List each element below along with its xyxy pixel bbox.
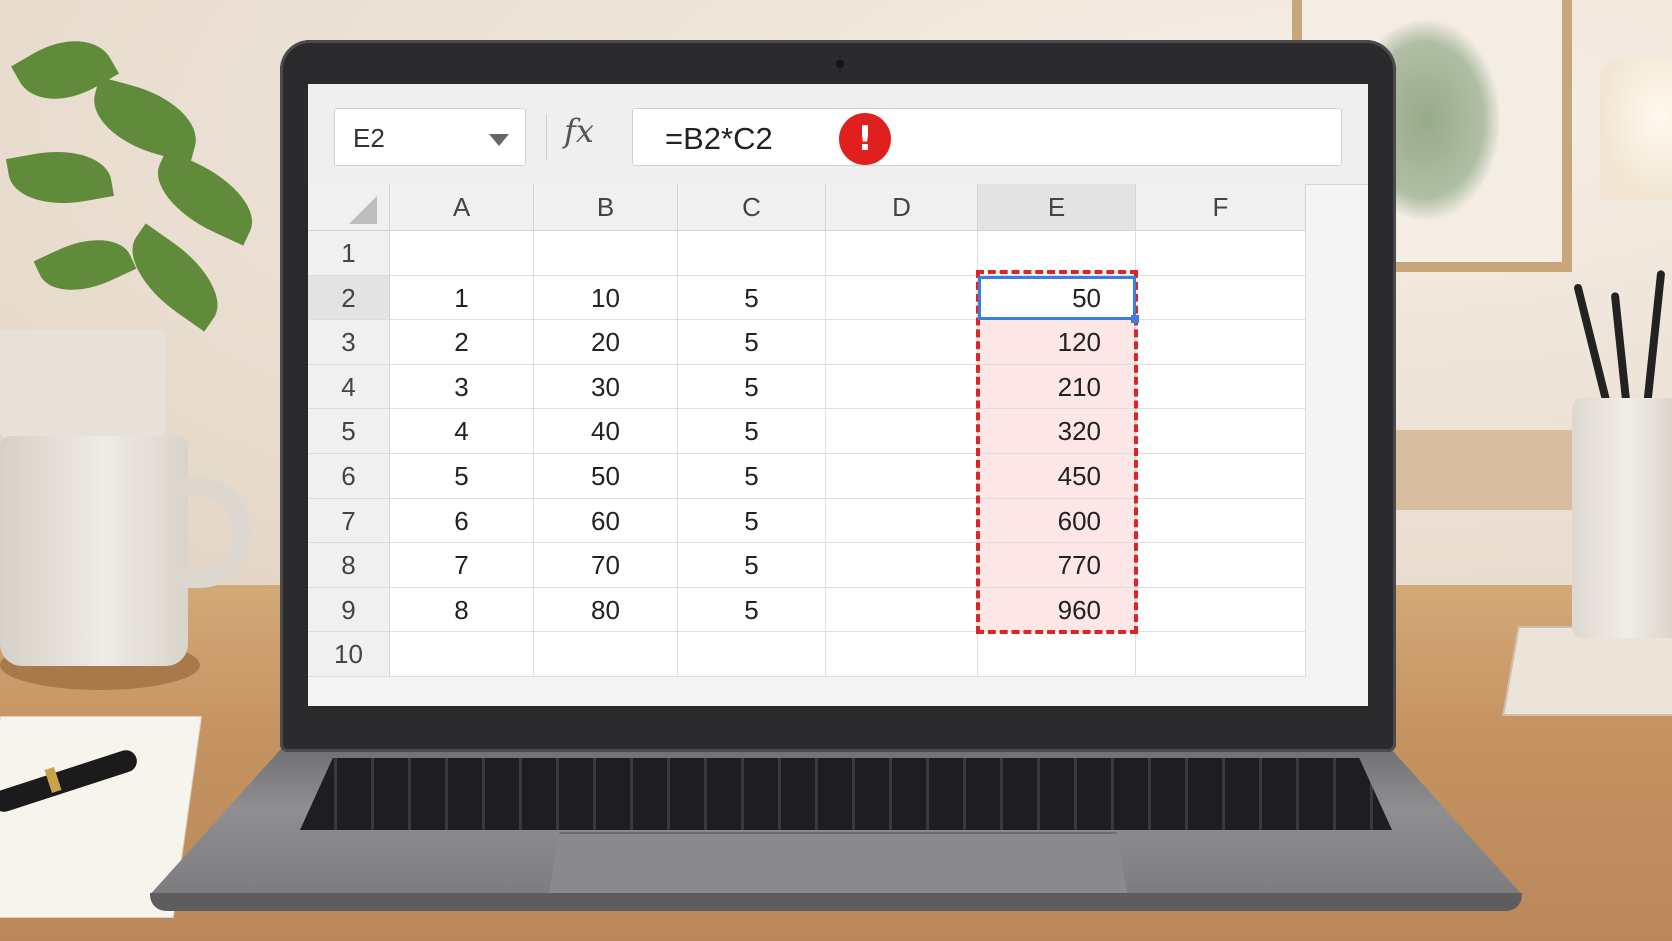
row-header-9[interactable]: 9: [308, 587, 390, 633]
column-header-d[interactable]: D: [826, 184, 978, 231]
plant-pot: [0, 330, 165, 440]
cell-d7[interactable]: [826, 498, 978, 544]
cell-a8[interactable]: 7: [390, 543, 534, 588]
cell-c9[interactable]: 5: [678, 587, 826, 633]
row-header-3[interactable]: 3: [308, 320, 390, 365]
cell-c6[interactable]: 5: [678, 454, 826, 499]
formula-input[interactable]: =B2*C2 !: [632, 108, 1342, 166]
cell-f6[interactable]: [1136, 454, 1306, 499]
row-header-10[interactable]: 10: [308, 632, 390, 677]
cell-d2[interactable]: [826, 275, 978, 321]
cell-e10[interactable]: [978, 632, 1136, 677]
select-all-corner[interactable]: [308, 184, 390, 231]
cell-f7[interactable]: [1136, 498, 1306, 544]
cell-f5[interactable]: [1136, 409, 1306, 454]
cell-a7[interactable]: 6: [390, 498, 534, 544]
row-header-4[interactable]: 4: [308, 364, 390, 410]
column-header-b[interactable]: B: [534, 184, 678, 231]
cell-d9[interactable]: [826, 587, 978, 633]
row-header-1[interactable]: 1: [308, 231, 390, 276]
cell-e6[interactable]: 450: [978, 454, 1136, 499]
cell-f1[interactable]: [1136, 231, 1306, 276]
cell-e4[interactable]: 210: [978, 364, 1136, 410]
cell-e7[interactable]: 600: [978, 498, 1136, 544]
cell-c10[interactable]: [678, 632, 826, 677]
cell-a5[interactable]: 4: [390, 409, 534, 454]
cell-f9[interactable]: [1136, 587, 1306, 633]
select-all-triangle-icon: [349, 196, 377, 224]
row-header-6[interactable]: 6: [308, 454, 390, 499]
cell-d4[interactable]: [826, 364, 978, 410]
webcam-dot: [836, 60, 844, 68]
formula-bar: E2 fx =B2*C2 !: [308, 84, 1368, 185]
cell-b8[interactable]: 70: [534, 543, 678, 588]
cell-c1[interactable]: [678, 231, 826, 276]
cell-c7[interactable]: 5: [678, 498, 826, 544]
spreadsheet-screen: E2 fx =B2*C2 ! A B C D E F 1 2 1 10 5 50 3 2 20 5 120 4 3 3…: [308, 84, 1368, 706]
cell-c4[interactable]: 5: [678, 364, 826, 410]
pen-cup: [1572, 398, 1672, 638]
formula-bar-divider: [546, 114, 547, 160]
laptop-trackpad: [548, 832, 1128, 898]
cell-f4[interactable]: [1136, 364, 1306, 410]
cell-d3[interactable]: [826, 320, 978, 365]
cell-a6[interactable]: 5: [390, 454, 534, 499]
cell-f10[interactable]: [1136, 632, 1306, 677]
cell-a9[interactable]: 8: [390, 587, 534, 633]
column-header-a[interactable]: A: [390, 184, 534, 231]
row-header-2[interactable]: 2: [308, 275, 390, 321]
cell-c8[interactable]: 5: [678, 543, 826, 588]
laptop-base-edge: [150, 893, 1522, 911]
row-header-7[interactable]: 7: [308, 498, 390, 544]
error-alert-icon[interactable]: !: [839, 113, 891, 165]
function-icon[interactable]: fx: [564, 112, 594, 150]
cell-e5[interactable]: 320: [978, 409, 1136, 454]
cell-c5[interactable]: 5: [678, 409, 826, 454]
cell-b6[interactable]: 50: [534, 454, 678, 499]
desk-lamp: [1600, 60, 1672, 200]
cell-f2[interactable]: [1136, 275, 1306, 321]
column-header-e[interactable]: E: [978, 184, 1136, 231]
cell-d6[interactable]: [826, 454, 978, 499]
cell-f8[interactable]: [1136, 543, 1306, 588]
name-box[interactable]: E2: [334, 108, 526, 166]
cell-d5[interactable]: [826, 409, 978, 454]
cell-b2[interactable]: 10: [534, 275, 678, 321]
cell-d10[interactable]: [826, 632, 978, 677]
row-header-5[interactable]: 5: [308, 409, 390, 454]
cell-b5[interactable]: 40: [534, 409, 678, 454]
cell-b4[interactable]: 30: [534, 364, 678, 410]
cell-a1[interactable]: [390, 231, 534, 276]
name-box-value: E2: [353, 123, 385, 153]
laptop-keyboard: [300, 758, 1392, 830]
formula-text: =B2*C2: [665, 121, 773, 156]
coffee-mug: [0, 436, 188, 666]
cell-e3[interactable]: 120: [978, 320, 1136, 365]
cell-b10[interactable]: [534, 632, 678, 677]
cell-c3[interactable]: 5: [678, 320, 826, 365]
cell-b9[interactable]: 80: [534, 587, 678, 633]
cell-a4[interactable]: 3: [390, 364, 534, 410]
cell-b7[interactable]: 60: [534, 498, 678, 544]
row-header-8[interactable]: 8: [308, 543, 390, 588]
cell-e9[interactable]: 960: [978, 587, 1136, 633]
cell-d8[interactable]: [826, 543, 978, 588]
cell-e2[interactable]: 50: [978, 275, 1136, 321]
column-header-f[interactable]: F: [1136, 184, 1306, 231]
cell-a3[interactable]: 2: [390, 320, 534, 365]
cell-b1[interactable]: [534, 231, 678, 276]
column-header-c[interactable]: C: [678, 184, 826, 231]
cell-f3[interactable]: [1136, 320, 1306, 365]
cell-d1[interactable]: [826, 231, 978, 276]
fill-handle[interactable]: [1131, 315, 1139, 324]
cell-e1[interactable]: [978, 231, 1136, 276]
cell-c2[interactable]: 5: [678, 275, 826, 321]
cell-b3[interactable]: 20: [534, 320, 678, 365]
cell-e8[interactable]: 770: [978, 543, 1136, 588]
book-stack: [1502, 626, 1672, 716]
cell-a10[interactable]: [390, 632, 534, 677]
chevron-down-icon[interactable]: [489, 134, 509, 146]
cell-a2[interactable]: 1: [390, 275, 534, 321]
